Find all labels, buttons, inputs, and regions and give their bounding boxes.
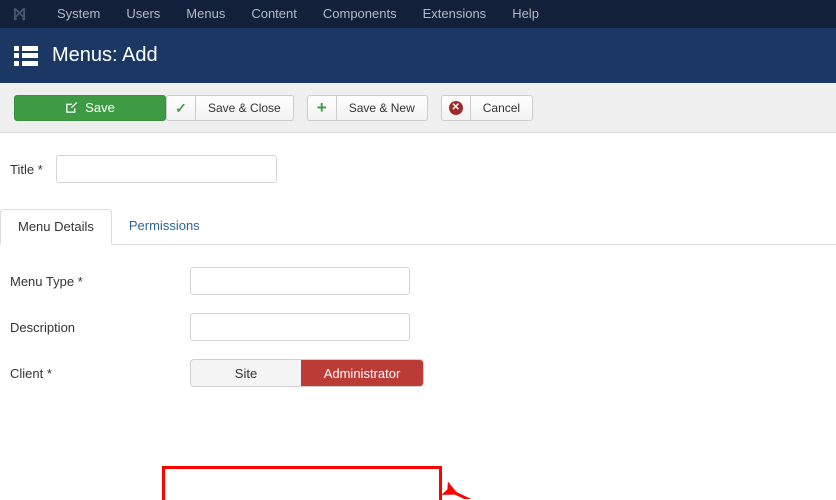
save-new-icon-cell[interactable]: + [306, 94, 336, 121]
save-close-button-group[interactable]: ✓ Save & Close [166, 94, 294, 121]
client-option-site[interactable]: Site [191, 360, 301, 386]
title-input[interactable] [56, 155, 277, 183]
menu-details-panel: Menu Type * Description Client * Site Ad… [0, 245, 836, 387]
description-field-row: Description [0, 313, 836, 341]
client-field-label: Client * [10, 365, 52, 381]
title-field-row: Title * [0, 133, 836, 183]
annotation-highlight-box [162, 466, 442, 500]
cancel-label: Cancel [482, 100, 521, 115]
joomla-logo-icon[interactable] [10, 5, 28, 23]
nav-item-help[interactable]: Help [499, 0, 552, 28]
description-field-label: Description [10, 319, 76, 335]
nav-item-system[interactable]: System [44, 0, 113, 28]
save-new-button[interactable]: Save & New [335, 94, 428, 121]
save-new-label: Save & New [348, 100, 415, 115]
nav-item-content[interactable]: Content [238, 0, 310, 28]
tab-permissions[interactable]: Permissions [112, 209, 217, 245]
save-button-label: Save [85, 100, 115, 115]
toolbar: Save ✓ Save & Close + Save & New ✕ Cance [0, 83, 836, 133]
plus-icon: + [316, 98, 327, 117]
edit-pencil-icon [65, 101, 78, 114]
description-input[interactable] [190, 313, 410, 341]
save-close-label: Save & Close [208, 100, 281, 115]
save-close-button[interactable]: Save & Close [195, 94, 294, 121]
top-navigation-bar: System Users Menus Content Components Ex… [0, 0, 836, 28]
client-option-administrator[interactable]: Administrator [301, 360, 423, 386]
save-close-icon-cell[interactable]: ✓ [166, 94, 195, 121]
tab-menu-details[interactable]: Menu Details [0, 209, 112, 245]
menu-type-input[interactable] [190, 267, 410, 295]
menu-type-field-label: Menu Type * [10, 273, 83, 289]
save-new-button-group[interactable]: + Save & New [306, 94, 428, 121]
content-area: Title * Menu Details Permissions Menu Ty… [0, 133, 836, 500]
page-title-bar: Menus: Add [0, 28, 836, 83]
client-toggle-group[interactable]: Site Administrator [190, 359, 424, 387]
check-icon: ✓ [175, 99, 187, 116]
nav-item-components[interactable]: Components [310, 0, 410, 28]
cancel-button[interactable]: Cancel [469, 94, 534, 121]
list-icon [14, 45, 38, 66]
tab-bar: Menu Details Permissions [0, 209, 836, 245]
cancel-circle-icon: ✕ [442, 96, 470, 120]
client-field-row: Client * Site Administrator [0, 359, 836, 387]
save-button[interactable]: Save [14, 94, 166, 121]
cancel-button-group[interactable]: ✕ Cancel [440, 94, 534, 121]
nav-item-users[interactable]: Users [113, 0, 173, 28]
cancel-icon-cell[interactable]: ✕ [440, 94, 470, 121]
page-title: Menus: Add [52, 44, 158, 66]
menu-type-field-row: Menu Type * [0, 267, 836, 295]
nav-item-extensions[interactable]: Extensions [410, 0, 500, 28]
nav-item-menus[interactable]: Menus [173, 0, 238, 28]
